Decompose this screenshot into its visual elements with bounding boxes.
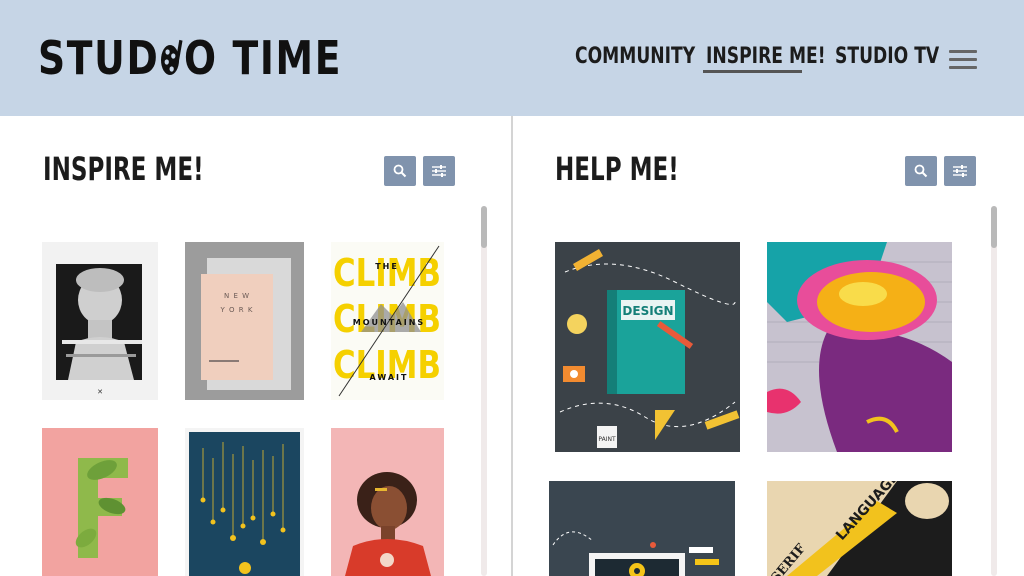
panel-divider: [511, 116, 513, 576]
climb-word-1: CLIMB: [333, 251, 441, 295]
ny-line1: N E W: [224, 292, 250, 300]
monitor-illustration-card[interactable]: [549, 481, 735, 576]
ny-line2: Y O R K: [220, 306, 254, 314]
sliders-icon: [953, 165, 967, 177]
nav-community[interactable]: COMMUNITY: [575, 44, 695, 76]
right-scrollbar[interactable]: [991, 206, 997, 576]
right-search-button[interactable]: [905, 156, 937, 186]
search-icon: [914, 164, 928, 178]
new-york-poster-thumbnail[interactable]: N E W Y O R K: [185, 242, 304, 400]
inspire-me-title: INSPIRE ME!: [43, 150, 204, 188]
nav-studio-tv[interactable]: STUDIO TV: [835, 44, 939, 76]
svg-text:✕: ✕: [97, 388, 103, 396]
climb-line1: THE: [375, 262, 399, 271]
left-scrollbar[interactable]: [481, 206, 487, 576]
help-me-title: HELP ME!: [555, 150, 679, 188]
left-search-button[interactable]: [384, 156, 416, 186]
design-label: DESIGN: [622, 304, 673, 318]
climb-line3: AWAIT: [370, 373, 409, 382]
palette-icon: [161, 39, 183, 75]
woman-portrait-poster-thumbnail[interactable]: [331, 428, 444, 576]
hamburger-icon[interactable]: [949, 50, 977, 70]
typography-card[interactable]: LANGUAGE SERIF: [767, 481, 952, 576]
climb-poster-thumbnail[interactable]: CLIMB CLIMB CLIMB THE MOUNTAINS AWAIT: [331, 242, 444, 400]
statue-poster-thumbnail[interactable]: ✕: [42, 242, 158, 400]
sliders-icon: [432, 165, 446, 177]
logo-text-left: STUD: [38, 31, 160, 85]
logo-text-right: O TIME: [183, 31, 343, 85]
search-icon: [393, 164, 407, 178]
lightbulbs-poster-thumbnail[interactable]: [185, 428, 304, 576]
graffiti-art-card[interactable]: [767, 242, 952, 452]
paint-label: PAINT: [598, 436, 616, 443]
right-filter-button[interactable]: [944, 156, 976, 186]
left-scroll-thumb[interactable]: [481, 206, 487, 248]
design-notebook-card[interactable]: DESIGN PAINT: [555, 242, 740, 452]
site-header: STUD O TIME COMMUNITY INSPIRE ME! STUDIO …: [0, 0, 1024, 116]
studio-time-logo[interactable]: STUD O TIME: [38, 31, 409, 85]
right-scroll-thumb[interactable]: [991, 206, 997, 248]
left-filter-button[interactable]: [423, 156, 455, 186]
leaf-letter-poster-thumbnail[interactable]: F: [42, 428, 158, 576]
climb-line2: MOUNTAINS: [353, 318, 425, 327]
active-nav-underline: [703, 70, 802, 73]
